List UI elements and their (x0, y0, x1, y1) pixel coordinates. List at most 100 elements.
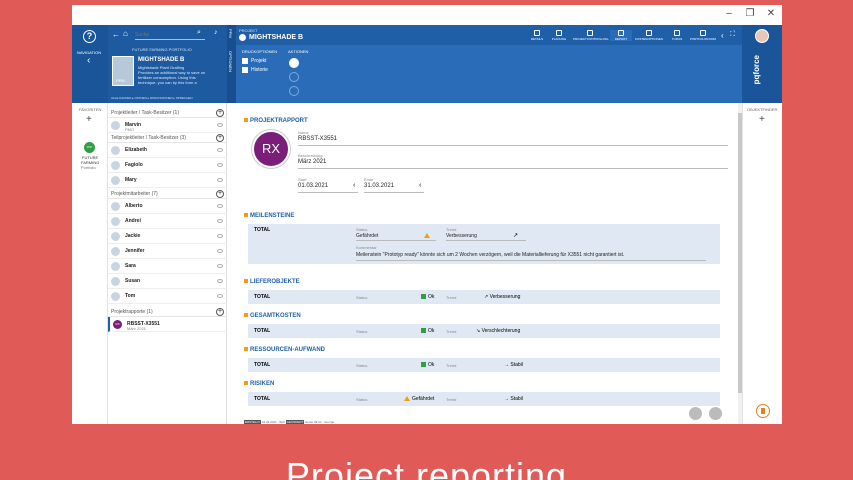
cancel-button[interactable] (709, 407, 722, 420)
meilen-total-expanded[interactable]: TOTAL Status Gefährdet Trend Verbesserun… (248, 224, 720, 264)
minimize-button[interactable]: – (722, 8, 736, 19)
add-icon[interactable]: + (216, 190, 224, 198)
nav-details[interactable]: DETAILS (526, 30, 548, 41)
group-projektleiter[interactable]: Projektleiter / Task-Besitzer (1) + (108, 108, 227, 118)
list-item[interactable]: Jennifer (108, 244, 227, 259)
add-icon[interactable]: + (216, 134, 224, 142)
end-date-field[interactable]: 31.03.2021 (364, 183, 394, 189)
trend-value[interactable]: Verbesserung (446, 233, 477, 239)
footer-meta: ERSTELLT 04.03.2021 · Bob GEÄNDERT Heute… (244, 420, 334, 424)
trash-button[interactable] (756, 404, 770, 418)
app-window: – ❐ ✕ ? NAVIGATION ‹ ← ⌂ ⌕ ♪ FUTURE FARM… (72, 5, 782, 424)
check-projekt[interactable] (242, 58, 248, 64)
desc-field[interactable]: März 2021 (298, 159, 326, 165)
ress-total-row[interactable]: TOTAL Status Ok Trend → Stabil (248, 358, 720, 372)
list-item[interactable]: Jackie (108, 229, 227, 244)
nav-portfolio[interactable]: PORTFOLIOFORM (688, 30, 718, 41)
end-underline (364, 192, 424, 193)
portfolio-label: FUTURE FARMING PORTFOLIO (132, 47, 192, 52)
status-value[interactable]: Gefährdet (356, 233, 378, 239)
list-item[interactable]: Marvin PMO (108, 118, 227, 133)
search-icon[interactable]: ⌕ (197, 29, 201, 37)
avatar (111, 217, 120, 226)
end-chevron-icon[interactable]: ‹ (419, 182, 421, 189)
nav-controlling[interactable]: PROJEKTCONTROLLING (573, 30, 609, 41)
strip-options[interactable]: OPTIONEN (228, 51, 233, 72)
close-button[interactable]: ✕ (764, 8, 778, 19)
add-favorite-button[interactable]: + (86, 114, 92, 125)
aktionen-title: AKTIONEN (288, 49, 309, 54)
project-label: PROJEKT (239, 28, 258, 33)
project-avatar: PPM (112, 56, 134, 86)
action-icon-3[interactable] (289, 86, 299, 96)
eye-icon[interactable] (217, 264, 223, 268)
eye-icon[interactable] (217, 204, 223, 208)
group-mitarbeiter[interactable]: Projektmitarbeiter (7) + (108, 189, 227, 199)
check-historie[interactable] (242, 67, 248, 73)
comment-value[interactable]: Meilenstein "Prototyp ready" könnte sich… (356, 252, 624, 258)
eye-icon[interactable] (217, 163, 223, 167)
status-label: Status (356, 397, 368, 402)
eye-icon[interactable] (217, 294, 223, 298)
list-item[interactable]: Fagiolo (108, 158, 227, 173)
liefer-total-row[interactable]: TOTAL Status Ok Trend ↗ Verbesserung (248, 290, 720, 304)
trend-label: Trend (446, 363, 457, 368)
eye-icon[interactable] (217, 219, 223, 223)
nav-report[interactable]: REPORT (610, 30, 632, 41)
help-icon[interactable]: ? (83, 30, 96, 43)
list-item[interactable]: Alberto (108, 199, 227, 214)
add-object-button[interactable]: + (759, 114, 765, 125)
home-icon[interactable]: ⌂ (123, 29, 128, 38)
list-item-report[interactable]: RX RBSST-X3551 März 2021 (108, 317, 227, 332)
eye-icon[interactable] (217, 178, 223, 182)
action-icon-2[interactable] (289, 72, 299, 82)
collapse-icon[interactable]: ‹ (721, 31, 724, 40)
add-icon[interactable]: + (216, 109, 224, 117)
person-name: Alberto (125, 203, 143, 209)
fullscreen-icon[interactable]: ⛶ (730, 31, 735, 39)
list-item[interactable]: Tom (108, 289, 227, 304)
eye-icon[interactable] (217, 148, 223, 152)
save-button[interactable] (689, 407, 702, 420)
person-name: Jackie (125, 233, 141, 239)
strip-ppm[interactable]: PPM (228, 29, 233, 38)
person-role: PMO (125, 127, 135, 132)
back-arrow-icon[interactable]: ← (112, 30, 120, 39)
user-avatar[interactable] (755, 29, 769, 43)
eye-icon[interactable] (217, 249, 223, 253)
list-item[interactable]: Susan (108, 274, 227, 289)
group-rapporte[interactable]: Projektrapporte (1) + (108, 307, 227, 317)
maximize-button[interactable]: ❐ (743, 8, 757, 19)
created-value: 04.03.2021 · Bob (261, 420, 285, 424)
name-field[interactable]: RBSST-X3551 (298, 136, 337, 142)
nav-todos[interactable]: TODOS (666, 30, 688, 41)
eye-icon[interactable] (217, 123, 223, 127)
start-date-field[interactable]: 01.03.2021 (298, 183, 328, 189)
trash-icon (761, 408, 765, 414)
print-icon[interactable] (289, 58, 299, 68)
person-name: Susan (125, 278, 141, 284)
fav-portfolio-logo[interactable]: FFP (84, 142, 95, 153)
list-item[interactable]: Andrei (108, 214, 227, 229)
nav-back-icon[interactable]: ‹ (87, 55, 90, 66)
person-name: Sara (125, 263, 136, 269)
comment-label: Kommentar (356, 245, 377, 250)
eye-icon[interactable] (217, 234, 223, 238)
add-icon[interactable]: + (216, 308, 224, 316)
eye-icon[interactable] (217, 279, 223, 283)
risk-total-row[interactable]: TOTAL Status Gefährdet Trend → Stabil (248, 392, 720, 406)
nav-kosten[interactable]: KOSTENOPTIONEN (632, 30, 666, 41)
group-teilprojektleiter[interactable]: Teilprojektleiter / Task-Besitzer (3) + (108, 133, 227, 143)
project-tags[interactable]: ALLE KAUFEN ▸ OFFNEN ▸ DISKUSSIONEN ▸ SP… (111, 96, 193, 100)
list-item[interactable]: Mary (108, 173, 227, 188)
nav-planung[interactable]: PLANUNG (548, 30, 570, 41)
section-lieferobjekte: LIEFEROBJEKTE (244, 279, 300, 285)
bell-icon[interactable]: ♪ (214, 29, 218, 36)
brand-logo: pqforce (752, 55, 761, 85)
gesamt-total-row[interactable]: TOTAL Status Ok Trend ↘ Verschlechterung (248, 324, 720, 338)
top-bar: ? NAVIGATION ‹ ← ⌂ ⌕ ♪ FUTURE FARMING PO… (72, 25, 782, 103)
list-item[interactable]: Elizabeth (108, 143, 227, 158)
list-item[interactable]: Sara (108, 259, 227, 274)
start-chevron-icon[interactable]: ‹ (353, 182, 355, 189)
search-input[interactable] (135, 31, 205, 40)
